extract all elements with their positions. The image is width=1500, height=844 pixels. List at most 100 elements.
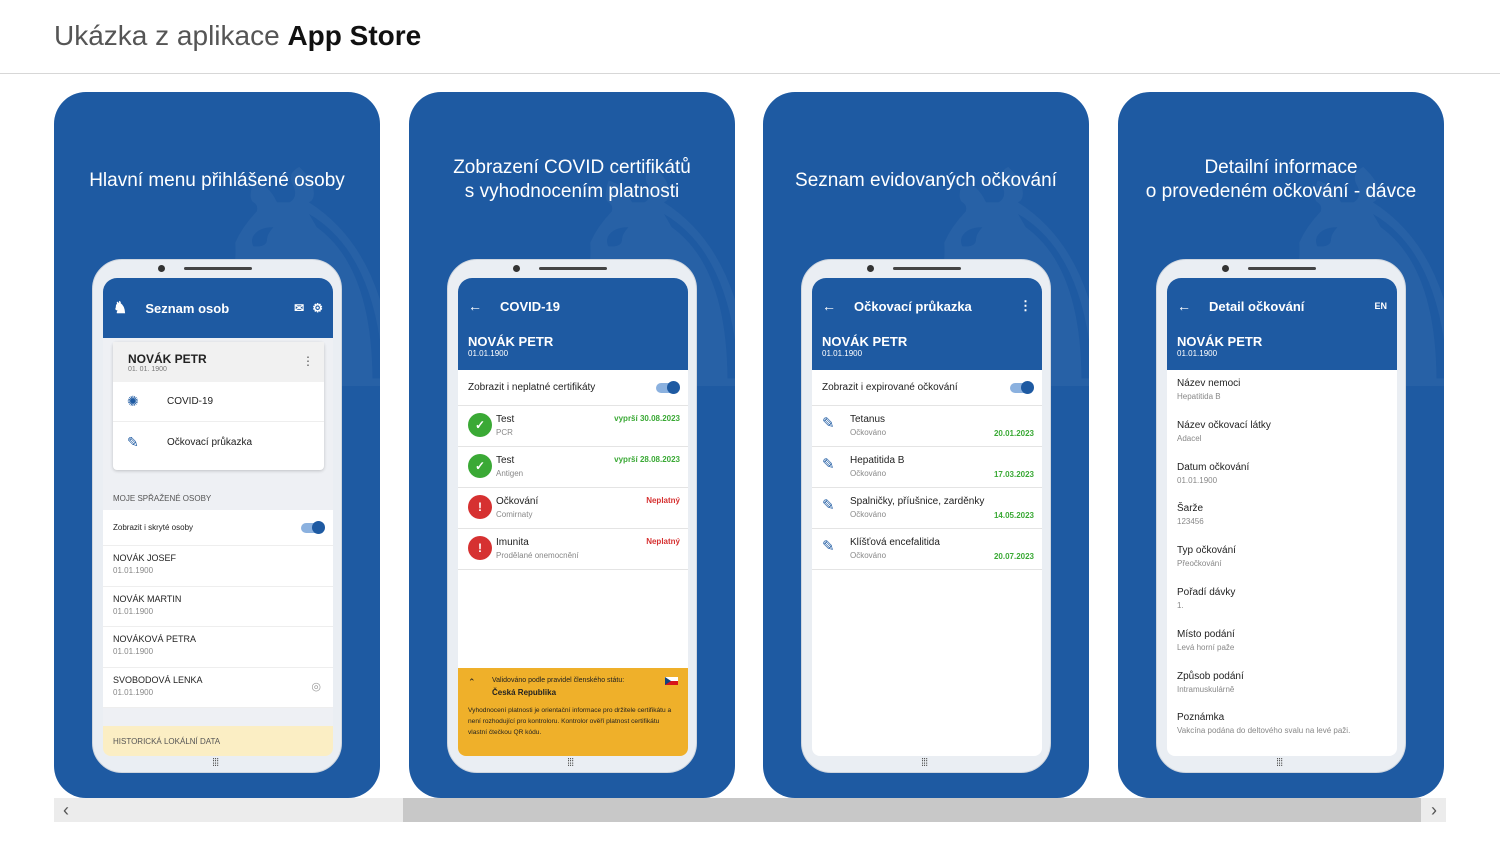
vaccine-date: 20.01.2023 xyxy=(993,429,1034,438)
vaccine-name: Tetanus xyxy=(850,414,886,425)
vaccine-date: 17.03.2023 xyxy=(993,470,1034,479)
home-grid-icon: ⁞⁞⁞ xyxy=(212,757,219,769)
hidden-eye-icon[interactable]: ◎ xyxy=(311,680,321,693)
more-icon[interactable]: ⋮ xyxy=(302,354,314,368)
syringe-icon: ✎ xyxy=(822,538,835,555)
phone-mockup: ♞ Seznam osob ✉ ⚙ NOVÁK PETR 01. 01. 190… xyxy=(92,259,342,773)
detail-field: Způsob podání Intramuskulárně xyxy=(1177,670,1244,694)
person-dob: 01.01.1900 xyxy=(1177,349,1218,358)
scroll-right-arrow-icon[interactable]: › xyxy=(1422,798,1446,822)
list-item[interactable]: SVOBODOVÁ LENKA 01.01.1900 ◎ xyxy=(103,668,333,708)
list-item[interactable]: NOVÁK JOSEF 01.01.1900 xyxy=(103,546,333,587)
horizontal-scrollbar[interactable]: ‹ › xyxy=(54,798,1446,822)
back-arrow-icon[interactable]: ← xyxy=(468,298,482,314)
show-expired-toggle-row[interactable]: Zobrazit i expirované očkování xyxy=(812,370,1042,406)
cert-status: Neplatný xyxy=(646,537,680,546)
syringe-icon: ✎ xyxy=(127,433,139,450)
detail-field: Název nemoci Hepatitida B xyxy=(1177,378,1241,401)
czech-flag-icon xyxy=(665,677,678,685)
vaccination-row[interactable]: ✎ Klíšťová encefalitida Očkováno 20.07.2… xyxy=(812,529,1042,570)
toggle-switch[interactable] xyxy=(1010,380,1034,394)
app-screen: ♞ Seznam osob ✉ ⚙ NOVÁK PETR 01. 01. 190… xyxy=(103,278,333,756)
scrollbar-thumb[interactable] xyxy=(403,798,1421,822)
historical-data-bar[interactable]: HISTORICKÁ LOKÁLNÍ DATA xyxy=(103,726,333,756)
person-name: NOVÁK MARTIN xyxy=(113,593,182,604)
app-bar: ← Detail očkování EN NOVÁK PETR 01.01.19… xyxy=(1167,278,1397,370)
vaccine-name: Spalničky, příušnice, zarděnky xyxy=(850,496,985,507)
show-hidden-toggle-row[interactable]: Zobrazit i skryté osoby xyxy=(103,510,333,546)
certificate-row[interactable]: ! Očkování Comirnaty Neplatný xyxy=(458,488,688,529)
person-name: NOVÁK PETR xyxy=(1177,334,1263,349)
person-dob: 01.01.1900 xyxy=(113,687,154,697)
menu-item-covid[interactable]: ✺ COVID-19 xyxy=(113,382,324,422)
list-item[interactable]: NOVÁKOVÁ PETRA 01.01.1900 xyxy=(103,627,333,668)
back-arrow-icon[interactable]: ← xyxy=(1177,298,1191,314)
show-invalid-toggle-row[interactable]: Zobrazit i neplatné certifikáty xyxy=(458,370,688,406)
certificate-row[interactable]: ! Imunita Prodělané onemocnění Neplatný xyxy=(458,529,688,570)
detail-field: Pořadí dávky 1. xyxy=(1177,586,1236,610)
cert-title: Očkování xyxy=(496,496,539,507)
vaccination-row[interactable]: ✎ Hepatitida B Očkováno 17.03.2023 xyxy=(812,447,1042,488)
list-item[interactable]: NOVÁK MARTIN 01.01.1900 xyxy=(103,587,333,627)
detail-field: Datum očkování 01.01.1900 xyxy=(1177,461,1250,485)
language-switch[interactable]: EN xyxy=(1374,301,1387,311)
gallery-card-detail[interactable]: ♞ Detailní informace o provedeném očková… xyxy=(1118,92,1444,798)
section-label: MOJE SPŘAŽENÉ OSOBY xyxy=(113,494,212,503)
vaccine-name: Hepatitida B xyxy=(850,455,905,466)
person-dob: 01.01.1900 xyxy=(113,647,154,656)
syringe-icon: ✎ xyxy=(822,456,835,473)
certificate-row[interactable]: ✓ Test PCR vyprší 30.08.2023 xyxy=(458,406,688,447)
person-name: NOVÁK JOSEF xyxy=(113,553,177,563)
validation-banner: ⌃ Validováno podle pravidel členského st… xyxy=(458,668,688,756)
banner-country: Česká Republika xyxy=(492,688,557,697)
menu-item-label: Očkovací průkazka xyxy=(167,436,253,448)
cert-title: Test xyxy=(496,455,515,466)
warning-icon: ! xyxy=(468,495,492,519)
menu-item-vaccination-card[interactable]: ✎ Očkovací průkazka xyxy=(113,422,324,462)
certificate-row[interactable]: ✓ Test Antigen vyprší 28.08.2023 xyxy=(458,447,688,488)
banner-line1: Validováno podle pravidel členského stát… xyxy=(492,677,625,684)
gallery-card-vaccinations[interactable]: ♞ Seznam evidovaných očkování ← Očkovací… xyxy=(763,92,1089,798)
syringe-icon: ✎ xyxy=(822,497,835,514)
person-name: NOVÁKOVÁ PETRA xyxy=(113,634,197,644)
syringe-icon: ✎ xyxy=(822,415,835,432)
back-arrow-icon[interactable]: ← xyxy=(822,298,836,314)
app-screen: ← Očkovací průkazka ⋮ NOVÁK PETR 01.01.1… xyxy=(812,278,1042,756)
home-grid-icon: ⁞⁞⁞ xyxy=(1276,757,1283,769)
check-icon: ✓ xyxy=(468,413,492,437)
vaccine-status: Očkováno xyxy=(850,510,887,519)
card-title: Hlavní menu přihlášené osoby xyxy=(89,170,345,191)
mail-icon[interactable]: ✉ xyxy=(294,301,304,315)
person-dob: 01. 01. 1900 xyxy=(128,366,167,373)
vaccination-row[interactable]: ✎ Tetanus Očkováno 20.01.2023 xyxy=(812,406,1042,447)
cert-title: Imunita xyxy=(496,537,529,548)
app-bar-title: Seznam osob xyxy=(145,300,230,316)
chevron-up-icon[interactable]: ⌃ xyxy=(468,677,492,688)
banner-note: Vyhodnocení platnosti je orientační info… xyxy=(468,707,672,736)
gear-icon[interactable]: ⚙ xyxy=(312,301,323,315)
vaccination-row[interactable]: ✎ Spalničky, příušnice, zarděnky Očkován… xyxy=(812,488,1042,529)
detail-field: Poznámka Vakcína podána do deltového sval… xyxy=(1177,712,1351,736)
gallery-card-covid[interactable]: ♞ Zobrazení COVID certifikátů s vyhodnoc… xyxy=(409,92,735,798)
scroll-left-arrow-icon[interactable]: ‹ xyxy=(54,798,78,822)
cert-status: vyprší 28.08.2023 xyxy=(614,455,680,464)
vaccine-name: Klíšťová encefalitida xyxy=(850,537,940,548)
app-bar-title: Očkovací průkazka xyxy=(854,298,972,314)
person-dob: 01.01.1900 xyxy=(113,606,154,616)
gallery-card-main-menu[interactable]: ♞ Hlavní menu přihlášené osoby ♞ Seznam … xyxy=(54,92,380,798)
toggle-label: Zobrazit i expirované očkování xyxy=(822,382,958,393)
person-name: NOVÁK PETR xyxy=(468,334,554,349)
toggle-switch[interactable] xyxy=(301,520,325,534)
toggle-label: Zobrazit i neplatné certifikáty xyxy=(468,382,596,393)
linked-persons-list: Zobrazit i skryté osoby NOVÁK JOSEF 01.0… xyxy=(103,510,333,708)
toggle-switch[interactable] xyxy=(656,380,680,394)
app-screen: ← COVID-19 NOVÁK PETR 01.01.1900 Zobrazi… xyxy=(458,278,688,756)
app-bar-title: COVID-19 xyxy=(500,298,560,314)
vaccine-date: 20.07.2023 xyxy=(993,552,1034,561)
person-panel: NOVÁK PETR 01. 01. 1900 ⋮ ✺ COVID-19 ✎ O… xyxy=(113,342,324,470)
detail-field: Šarže 123456 xyxy=(1177,503,1204,527)
screenshot-gallery[interactable]: ♞ Hlavní menu přihlášené osoby ♞ Seznam … xyxy=(54,92,1446,798)
cert-title: Test xyxy=(496,414,515,425)
more-icon[interactable]: ⋮ xyxy=(1019,298,1032,314)
cert-type: Prodělané onemocnění xyxy=(496,551,579,560)
